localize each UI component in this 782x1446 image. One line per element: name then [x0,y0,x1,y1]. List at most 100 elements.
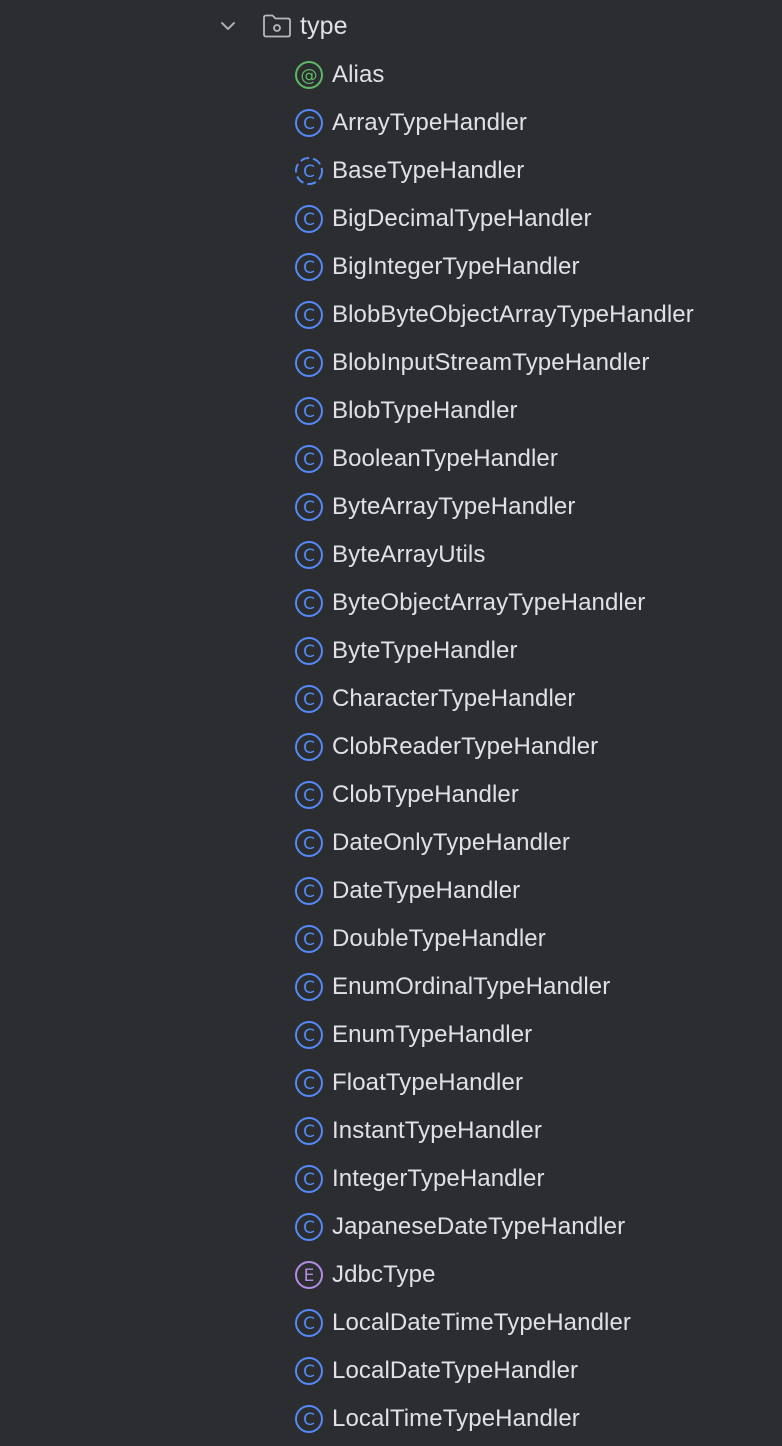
class-icon: C [294,1164,324,1194]
tree-item-label: BigDecimalTypeHandler [332,205,592,232]
svg-text:C: C [303,210,315,230]
svg-text:C: C [303,930,315,950]
tree-item-label: FloatTypeHandler [332,1069,524,1096]
tree-item[interactable]: C BooleanTypeHandler [294,435,774,483]
tree-item[interactable]: C ByteObjectArrayTypeHandler [294,579,774,627]
class-icon: C [294,588,324,618]
svg-text:C: C [303,1074,315,1094]
tree-item[interactable]: C LocalDateTypeHandler [294,1347,774,1395]
tree-item-label: InstantTypeHandler [332,1117,542,1144]
svg-text:C: C [303,1410,315,1430]
class-icon: C [294,924,324,954]
svg-text:C: C [303,162,315,182]
svg-text:C: C [303,834,315,854]
tree-item-label: CharacterTypeHandler [332,685,576,712]
tree-item[interactable]: C DoubleTypeHandler [294,915,774,963]
tree-item[interactable]: C ClobTypeHandler [294,771,774,819]
tree-item-label: ByteArrayTypeHandler [332,493,576,520]
tree-item[interactable]: C EnumOrdinalTypeHandler [294,963,774,1011]
class-icon: C [294,348,324,378]
tree-item[interactable]: C LocalTimeTypeHandler [294,1395,774,1443]
tree-item[interactable]: C BigDecimalTypeHandler [294,195,774,243]
abstract-class-icon: C [294,156,324,186]
class-icon: C [294,636,324,666]
svg-text:C: C [303,882,315,902]
tree-item[interactable]: C DateTypeHandler [294,867,774,915]
tree-item-label: ClobReaderTypeHandler [332,733,599,760]
svg-text:C: C [303,258,315,278]
svg-text:C: C [303,306,315,326]
tree-item[interactable]: C BlobTypeHandler [294,387,774,435]
class-icon: C [294,1116,324,1146]
class-icon: C [294,108,324,138]
tree-item-label: ByteTypeHandler [332,637,518,664]
svg-text:C: C [303,1122,315,1142]
tree-item[interactable]: C EnumTypeHandler [294,1011,774,1059]
tree-item-label: LocalTimeTypeHandler [332,1405,580,1432]
class-icon: C [294,1404,324,1434]
tree-item-label: DateTypeHandler [332,877,521,904]
class-icon: C [294,1212,324,1242]
tree-item-label: BlobTypeHandler [332,397,518,424]
tree-item-label: BaseTypeHandler [332,157,525,184]
tree-item[interactable]: C BlobInputStreamTypeHandler [294,339,774,387]
svg-text:C: C [303,978,315,998]
tree-item[interactable]: C BlobByteObjectArrayTypeHandler [294,291,774,339]
tree-item-label: Alias [332,61,385,88]
class-icon: C [294,732,324,762]
tree-item[interactable]: C JapaneseDateTypeHandler [294,1203,774,1251]
tree-item-label: LocalDateTimeTypeHandler [332,1309,631,1336]
class-icon: C [294,780,324,810]
svg-text:C: C [303,1026,315,1046]
tree-item[interactable]: C ByteArrayTypeHandler [294,483,774,531]
tree-node-type-folder[interactable]: type [216,6,348,46]
tree-item[interactable]: C BaseTypeHandler [294,147,774,195]
tree-item[interactable]: @ Alias [294,51,774,99]
tree-item-label: ByteArrayUtils [332,541,486,568]
svg-text:C: C [303,1170,315,1190]
class-icon: C [294,1308,324,1338]
svg-text:C: C [303,1314,315,1334]
class-icon: C [294,684,324,714]
tree-item[interactable]: C ClobReaderTypeHandler [294,723,774,771]
svg-text:C: C [303,402,315,422]
tree-item-label: LocalDateTypeHandler [332,1357,579,1384]
tree-item-label: JdbcType [332,1261,436,1288]
chevron-down-icon[interactable] [216,14,240,38]
tree-item[interactable]: C ByteArrayUtils [294,531,774,579]
folder-label: type [300,12,348,40]
svg-text:@: @ [301,66,318,86]
class-icon: C [294,972,324,1002]
tree-children: @ Alias C ArrayTypeHandler C BaseTypeHandler C… [294,51,774,1443]
class-icon: C [294,300,324,330]
svg-text:C: C [303,114,315,134]
tree-item-label: EnumOrdinalTypeHandler [332,973,611,1000]
tree-item[interactable]: C DateOnlyTypeHandler [294,819,774,867]
tree-item-label: IntegerTypeHandler [332,1165,545,1192]
tree-item-label: BigIntegerTypeHandler [332,253,580,280]
tree-item[interactable]: C ByteTypeHandler [294,627,774,675]
svg-text:C: C [303,594,315,614]
class-icon: C [294,252,324,282]
tree-item[interactable]: C ArrayTypeHandler [294,99,774,147]
project-tree: type @ Alias C ArrayTypeHandler C BaseTypeHan… [0,0,782,1446]
svg-text:C: C [303,546,315,566]
svg-text:C: C [303,786,315,806]
svg-text:C: C [303,498,315,518]
tree-item[interactable]: C LocalDateTimeTypeHandler [294,1299,774,1347]
svg-text:C: C [303,1362,315,1382]
tree-item[interactable]: C FloatTypeHandler [294,1059,774,1107]
tree-item[interactable]: C InstantTypeHandler [294,1107,774,1155]
tree-item[interactable]: C IntegerTypeHandler [294,1155,774,1203]
tree-item-label: ArrayTypeHandler [332,109,528,136]
tree-item[interactable]: C BigIntegerTypeHandler [294,243,774,291]
tree-item-label: DoubleTypeHandler [332,925,546,952]
svg-text:C: C [303,450,315,470]
class-icon: C [294,1020,324,1050]
tree-item-label: ByteObjectArrayTypeHandler [332,589,646,616]
tree-item-label: JapaneseDateTypeHandler [332,1213,626,1240]
class-icon: C [294,1068,324,1098]
tree-item[interactable]: C CharacterTypeHandler [294,675,774,723]
tree-item-label: ClobTypeHandler [332,781,519,808]
tree-item[interactable]: E JdbcType [294,1251,774,1299]
